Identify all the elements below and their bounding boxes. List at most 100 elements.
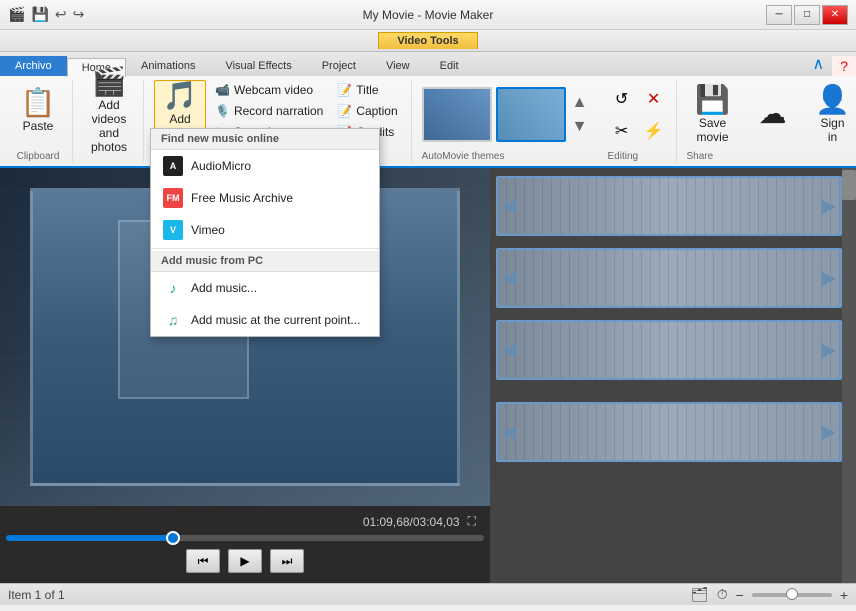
paste-label: Paste: [23, 119, 54, 133]
save-movie-icon: 💾: [695, 86, 730, 114]
editing-label: Editing: [608, 149, 668, 162]
rotate-right-button[interactable]: ✕: [640, 85, 668, 113]
theme-scroll-up[interactable]: ▲: [570, 92, 590, 114]
add-music-icon: 🎵: [163, 82, 198, 110]
audiomicro-item[interactable]: A AudioMicro: [151, 150, 379, 182]
tab-view[interactable]: View: [371, 56, 425, 76]
add-music-item[interactable]: ♪ Add music...: [151, 272, 379, 304]
minimize-button[interactable]: ─: [766, 5, 792, 25]
fma-label: Free Music Archive: [191, 191, 293, 205]
play-button[interactable]: ▶: [228, 549, 262, 573]
fma-item[interactable]: FM Free Music Archive: [151, 182, 379, 214]
add-videos-group-label: [108, 149, 111, 162]
rotate-left-button[interactable]: ↺: [608, 85, 636, 113]
clip-left-arrow-1: ◀: [502, 196, 516, 217]
zoom-minus-btn[interactable]: −: [736, 587, 744, 603]
ribbon: 📋 Paste Clipboard 🎬 Add videos and photo…: [0, 76, 856, 168]
next-frame-button[interactable]: ⏭: [270, 549, 304, 573]
add-videos-button[interactable]: 🎬 Add videos and photos: [83, 80, 135, 142]
timeline-clip-2[interactable]: ◀ ▶: [496, 248, 842, 308]
clip-right-arrow-1: ▶: [822, 196, 836, 217]
clip-left-arrow-3: ◀: [502, 340, 516, 361]
help-chevron[interactable]: ∧: [804, 52, 832, 76]
vimeo-label: Vimeo: [191, 223, 225, 237]
clip-right-arrow-2: ▶: [822, 268, 836, 289]
caption-label: Caption: [356, 104, 397, 118]
scrollbar-thumb[interactable]: [842, 170, 856, 200]
tab-archivo[interactable]: Archivo: [0, 56, 67, 76]
title-button[interactable]: 📝 Title: [332, 80, 402, 100]
add-music-current-label: Add music at the current point...: [191, 313, 360, 327]
tab-visual-effects[interactable]: Visual Effects: [210, 56, 306, 76]
main-content: 01:09,68/03:04,03 ⛶ ⏮ ▶ ⏭ ◀ ▶ ◀ ▶ ◀ ▶: [0, 168, 856, 583]
split-button[interactable]: ⚡: [640, 117, 668, 145]
tab-project[interactable]: Project: [307, 56, 371, 76]
status-icon-1: 🗂: [691, 586, 709, 603]
person-icon: 👤: [815, 86, 850, 114]
status-right: 🗂 ⏱ − +: [691, 586, 848, 603]
progress-thumb[interactable]: [166, 531, 180, 545]
zoom-thumb[interactable]: [786, 588, 798, 600]
save-movie-label: Save movie: [697, 116, 729, 144]
title-label: Title: [356, 83, 378, 97]
timeline-clip-4[interactable]: ◀ ▶: [496, 402, 842, 462]
paste-button[interactable]: 📋 Paste: [12, 80, 64, 142]
zoom-plus-btn[interactable]: +: [840, 587, 848, 603]
progress-bar[interactable]: [6, 535, 484, 541]
fullscreen-icon[interactable]: ⛶: [468, 514, 476, 529]
vimeo-item[interactable]: V Vimeo: [151, 214, 379, 246]
fma-icon: FM: [163, 188, 183, 208]
timeline-clip-1[interactable]: ◀ ▶: [496, 176, 842, 236]
add-music-dropdown: Find new music online A AudioMicro FM Fr…: [150, 128, 380, 337]
tab-animations[interactable]: Animations: [126, 56, 210, 76]
prev-frame-button[interactable]: ⏮: [186, 549, 220, 573]
webcam-video-button[interactable]: 📹 Webcam video: [210, 80, 328, 100]
record-narration-button[interactable]: 🎙️ Record narration: [210, 101, 328, 121]
status-icon-2: ⏱: [717, 586, 728, 603]
clip-right-arrow-3: ▶: [822, 340, 836, 361]
record-icon: 🎙️: [215, 104, 230, 118]
undo-icon[interactable]: ↩: [55, 6, 67, 23]
ribbon-group-autothemes: ▲ ▼ AutoMovie themes: [414, 80, 598, 162]
dropdown-separator: [151, 248, 379, 249]
share-label: Share: [687, 149, 856, 162]
audiomicro-label: AudioMicro: [191, 159, 251, 173]
app-icon: 🎬: [8, 6, 25, 23]
caption-button[interactable]: 📝 Caption: [332, 101, 402, 121]
redo-icon[interactable]: ↪: [73, 6, 85, 23]
theme-scroll-down[interactable]: ▼: [570, 116, 590, 138]
timeline-scrollbar[interactable]: [842, 168, 856, 583]
video-controls: 01:09,68/03:04,03 ⛶ ⏮ ▶ ⏭: [0, 506, 490, 583]
sign-in-button[interactable]: 👤 Sign in: [807, 84, 856, 146]
theme-thumb-1[interactable]: [422, 87, 492, 142]
ribbon-group-clipboard: 📋 Paste Clipboard: [4, 80, 73, 162]
tab-edit[interactable]: Edit: [425, 56, 474, 76]
clip-left-arrow-2: ◀: [502, 268, 516, 289]
title-icon: 📝: [337, 83, 352, 97]
window-title: My Movie - Movie Maker: [0, 8, 856, 22]
video-tools-tab[interactable]: Video Tools: [378, 32, 477, 49]
add-music-current-item[interactable]: ♫ Add music at the current point...: [151, 304, 379, 336]
clipboard-label: Clipboard: [17, 149, 60, 162]
timeline-panel: ◀ ▶ ◀ ▶ ◀ ▶ ◀ ▶: [490, 168, 856, 583]
add-videos-label: Add videos and photos: [84, 98, 134, 154]
quick-save-icon[interactable]: 💾: [31, 6, 48, 23]
ribbon-tabs: Archivo Home Animations Visual Effects P…: [0, 52, 856, 76]
audiomicro-icon: A: [163, 156, 183, 176]
time-display: 01:09,68/03:04,03 ⛶: [6, 512, 484, 531]
time-value: 01:09,68/03:04,03: [363, 515, 460, 529]
status-bar: Item 1 of 1 🗂 ⏱ − +: [0, 583, 856, 605]
maximize-button[interactable]: □: [794, 5, 820, 25]
onedrive-button[interactable]: ☁: [747, 84, 799, 146]
title-bar-left: 🎬 💾 ↩ ↪: [8, 6, 84, 23]
timeline-clip-3[interactable]: ◀ ▶: [496, 320, 842, 380]
close-button[interactable]: ✕: [822, 5, 848, 25]
sign-in-label: Sign in: [821, 116, 845, 144]
context-tab-bar: Video Tools: [0, 30, 856, 52]
theme-thumb-2[interactable]: [496, 87, 566, 142]
zoom-slider[interactable]: [752, 593, 832, 597]
help-icon[interactable]: ?: [832, 56, 856, 76]
save-movie-button[interactable]: 💾 Save movie: [687, 84, 739, 146]
trim-button[interactable]: ✂: [608, 117, 636, 145]
caption-icon: 📝: [337, 104, 352, 118]
